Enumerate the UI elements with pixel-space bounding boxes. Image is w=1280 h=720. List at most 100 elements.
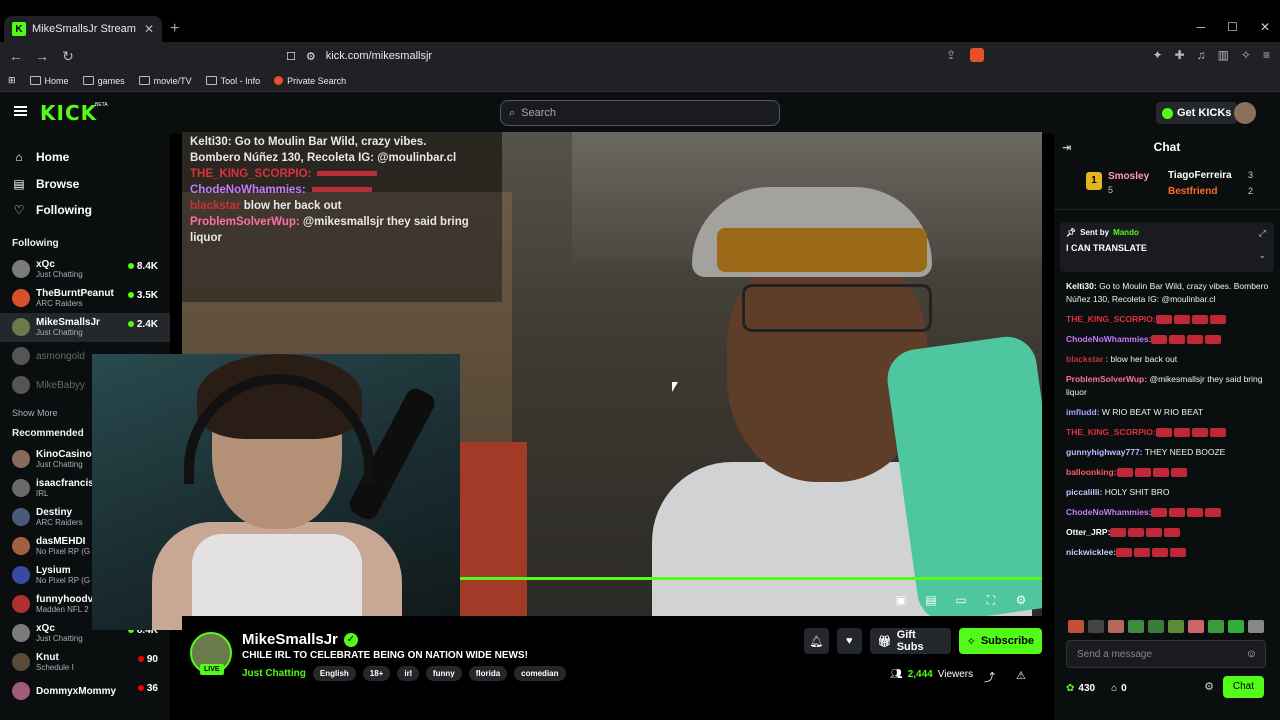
chat-username[interactable]: piccalilli: — [1066, 487, 1102, 497]
store[interactable]: ⌂ 0 — [1111, 683, 1127, 694]
pinned-message[interactable]: 📌︎ Sent by Mando I CAN TRANSLATE ⤢ ⌄ — [1060, 222, 1274, 272]
chat-message-input[interactable]: Send a message ☺ — [1066, 640, 1266, 668]
leaderboard-user[interactable]: Smosley — [1108, 171, 1149, 182]
close-window-icon[interactable]: ✕ — [1260, 20, 1270, 34]
brave-shield-icon[interactable] — [970, 48, 984, 62]
url-field[interactable]: ☐ ⚙ kick.com/mikesmallsjr — [276, 45, 1004, 67]
notification-bell-icon[interactable]: 🔔︎ — [804, 628, 829, 654]
channel-points[interactable]: ✿ 430 — [1066, 683, 1095, 694]
chat-username[interactable]: blackstar — [1066, 354, 1103, 364]
bookmark-private-search[interactable]: Private Search — [274, 76, 346, 86]
minimize-icon[interactable]: ─ — [1197, 20, 1206, 34]
video-progress-bar[interactable] — [460, 577, 1042, 580]
sidebar-channel[interactable]: TheBurntPeanut ARC Raiders 3.5K — [0, 284, 170, 313]
gift-subs-button[interactable]: 🎁︎ Gift Subs — [869, 628, 951, 654]
share-page-icon[interactable]: ⇪ — [946, 48, 956, 62]
extension-icon[interactable]: ✦ — [1152, 48, 1162, 62]
forward-icon[interactable]: → — [32, 48, 52, 64]
emoji-picker-icon[interactable]: ☺ — [1246, 648, 1257, 660]
sidebar-channel[interactable]: DommyxMommy 36 — [0, 677, 170, 706]
search-input[interactable]: ⌕ Search — [500, 100, 780, 126]
collapse-chat-icon[interactable]: ⇥ — [1062, 141, 1071, 154]
emote-icon[interactable] — [1248, 620, 1264, 633]
share-icon[interactable]: ⤴ — [984, 669, 995, 685]
chevron-down-icon[interactable]: ⌄ — [1258, 250, 1266, 261]
category-link[interactable]: Just Chatting — [242, 668, 306, 679]
chat-username[interactable]: gunnyhighway777: — [1066, 447, 1143, 457]
pip-icon[interactable]: ▣ — [894, 593, 908, 608]
emote-icon[interactable] — [1148, 620, 1164, 633]
nav-home[interactable]: ⌂ Home — [12, 144, 170, 171]
bookmark-icon[interactable]: ☐ — [286, 50, 296, 63]
pinned-text: I CAN TRANSLATE — [1066, 243, 1147, 253]
nav-following[interactable]: ♡ Following — [12, 197, 170, 224]
bookmark-tool-info[interactable]: Tool - Info — [205, 76, 260, 86]
streamer-name[interactable]: MikeSmallsJr ✓ — [242, 631, 358, 648]
chat-username[interactable]: Kelti30: — [1066, 281, 1097, 291]
chat-username[interactable]: nickwicklee: — [1066, 547, 1116, 557]
tag[interactable]: irl — [397, 666, 419, 681]
chat-username[interactable]: ChodeNoWhammies: — [1066, 507, 1151, 517]
chat-username[interactable]: THE_KING_SCORPIO: — [1066, 314, 1156, 324]
emote-icon[interactable] — [1108, 620, 1124, 633]
emote-icon[interactable] — [1208, 620, 1224, 633]
reload-icon[interactable]: ↻ — [58, 48, 78, 65]
leaderboard-user[interactable]: Bestfriend — [1168, 186, 1217, 197]
emote-icon[interactable] — [1228, 620, 1244, 633]
chat-username[interactable]: ProblemSolverWup: — [1066, 374, 1147, 384]
report-warning-icon[interactable]: ⚠ — [1016, 669, 1026, 682]
sidebar-channel[interactable]: xQc Just Chatting 8.4K — [0, 255, 170, 284]
follow-heart-icon[interactable]: ♥ — [836, 628, 862, 654]
unpin-icon[interactable]: ⤢ — [1259, 228, 1266, 239]
maximize-icon[interactable]: ☐ — [1227, 20, 1238, 34]
media-icon[interactable]: ♫ — [1197, 48, 1206, 62]
browser-tab[interactable]: K MikeSmallsJr Stream - Watch ✕ — [4, 16, 162, 42]
close-tab-icon[interactable]: ✕ — [144, 22, 154, 36]
tag[interactable]: florida — [468, 666, 508, 681]
apps-grid-icon[interactable]: ⊞ — [8, 75, 16, 86]
chat-message-list: Kelti30: Go to Moulin Bar Wild, crazy vi… — [1066, 280, 1270, 566]
emote-row — [1068, 620, 1264, 633]
get-kicks-button[interactable]: Get KICKs — [1156, 102, 1238, 124]
nav-browse[interactable]: ▤ Browse — [12, 171, 170, 198]
tag[interactable]: English — [312, 666, 356, 681]
subscribe-button[interactable]: ✧ Subscribe — [958, 628, 1042, 654]
clip-icon[interactable]: ▤ — [924, 593, 938, 608]
site-info-icon[interactable]: ⚙ — [306, 50, 316, 63]
menu-icon[interactable]: ≡ — [1263, 48, 1270, 62]
emote-icon[interactable] — [1168, 620, 1184, 633]
chat-username[interactable]: ChodeNoWhammies: — [1066, 334, 1151, 344]
chat-username[interactable]: THE_KING_SCORPIO: — [1066, 427, 1156, 437]
overlay-message: ChodeNoWhammies: — [190, 182, 494, 198]
emote-icon[interactable] — [1068, 620, 1084, 633]
chat-username[interactable]: imfludd: — [1066, 407, 1100, 417]
chat-send-button[interactable]: Chat — [1222, 676, 1264, 698]
new-tab-button[interactable]: + — [170, 20, 179, 38]
video-frame — [457, 442, 527, 616]
theater-mode-icon[interactable]: ▭ — [954, 593, 968, 608]
kick-logo[interactable]: KICK — [40, 101, 97, 125]
tag[interactable]: comedian — [514, 666, 566, 681]
settings-gear-icon[interactable]: ⚙ — [1014, 593, 1028, 608]
emote-icon[interactable] — [1088, 620, 1104, 633]
puzzle-icon[interactable]: ✚ — [1175, 48, 1185, 62]
chat-username[interactable]: balloonking: — [1066, 467, 1117, 477]
bookmark-movie-tv[interactable]: movie/TV — [138, 76, 192, 86]
chat-settings-icon[interactable]: ⚙ — [1204, 680, 1214, 693]
tag[interactable]: 18+ — [362, 666, 391, 681]
bookmark-games[interactable]: games — [82, 76, 125, 86]
sidebar-channel[interactable]: MikeSmallsJr Just Chatting 2.4K — [0, 312, 170, 342]
emote-icon[interactable] — [1128, 620, 1144, 633]
leaderboard-user[interactable]: TiagoFerreira — [1168, 170, 1232, 181]
hamburger-menu-icon[interactable] — [14, 106, 27, 116]
back-icon[interactable]: ← — [6, 48, 26, 64]
emote-icon[interactable] — [1188, 620, 1204, 633]
fullscreen-icon[interactable]: ⛶ — [984, 593, 998, 608]
tag[interactable]: funny — [425, 666, 462, 681]
user-avatar[interactable] — [1234, 102, 1256, 124]
sidebar-icon[interactable]: ▥ — [1218, 48, 1229, 62]
sidebar-channel[interactable]: Knut Schedule I 90 — [0, 648, 170, 677]
chat-username[interactable]: Otter_JRP: — [1066, 527, 1110, 537]
bookmark-home[interactable]: Home — [29, 76, 69, 86]
ai-icon[interactable]: ✧ — [1241, 48, 1251, 62]
